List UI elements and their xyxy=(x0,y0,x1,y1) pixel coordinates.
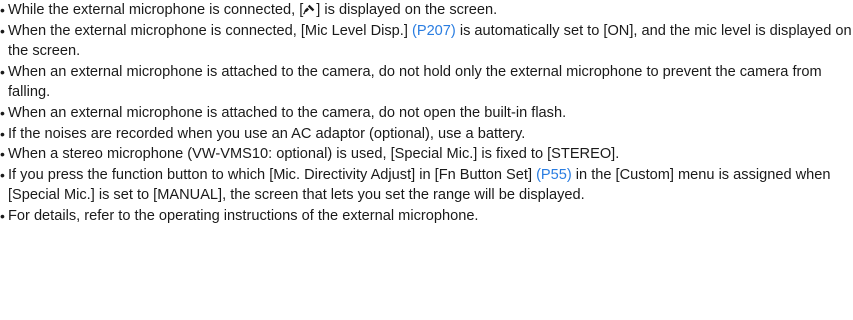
bullet: • xyxy=(0,22,5,39)
note-refer-instructions: • For details, refer to the operating in… xyxy=(0,206,853,227)
external-mic-icon xyxy=(303,4,315,15)
bullet: • xyxy=(0,104,5,121)
page-link-p55[interactable]: (P55) xyxy=(536,167,572,183)
note-text: When an external microphone is attached … xyxy=(8,104,567,121)
note-ac-adaptor-noise: • If the noises are recorded when you us… xyxy=(0,124,853,145)
note-do-not-open-flash: • When an external microphone is attache… xyxy=(0,103,853,124)
note-text: When the external microphone is connecte… xyxy=(8,22,412,39)
bullet: • xyxy=(0,63,5,80)
note-function-button: • If you press the function button to wh… xyxy=(0,165,853,206)
note-text: When a stereo microphone (VW-VMS10: opti… xyxy=(8,146,620,163)
bullet: • xyxy=(0,166,5,183)
note-text: If you press the function button to whic… xyxy=(8,166,537,183)
note-text: If the noises are recorded when you use … xyxy=(8,125,526,142)
note-mic-level-display: • When the external microphone is connec… xyxy=(0,21,853,62)
note-text: When an external microphone is attached … xyxy=(8,63,822,101)
bullet: • xyxy=(0,2,5,18)
note-stereo-mic: • When a stereo microphone (VW-VMS10: op… xyxy=(0,144,853,165)
note-text: ] is displayed on the screen. xyxy=(316,2,498,18)
note-do-not-hold-mic: • When an external microphone is attache… xyxy=(0,62,853,103)
bullet: • xyxy=(0,207,5,224)
bullet: • xyxy=(0,125,5,142)
note-text: For details, refer to the operating inst… xyxy=(8,207,479,224)
bullet: • xyxy=(0,146,5,163)
notes-list: • While the external microphone is conne… xyxy=(0,0,853,227)
note-text: While the external microphone is connect… xyxy=(8,2,304,18)
note-external-mic-indicator: • While the external microphone is conne… xyxy=(0,0,853,21)
page-link-p207[interactable]: (P207) xyxy=(412,23,456,39)
